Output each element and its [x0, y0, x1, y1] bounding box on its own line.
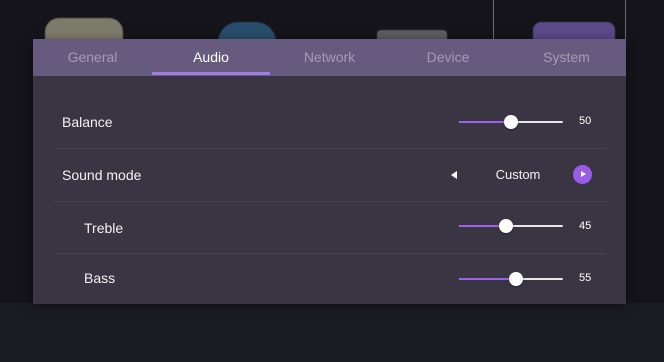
audio-settings-panel: General Audio Network Device System Bala… [33, 39, 626, 304]
sound-mode-label: Sound mode [62, 167, 142, 183]
bass-value: 55 [579, 272, 592, 284]
balance-row: Balance 50 [33, 96, 626, 148]
tab-system[interactable]: System [507, 39, 626, 76]
treble-slider[interactable] [459, 219, 563, 233]
tab-device[interactable]: Device [389, 39, 507, 76]
background-bottom-bar [0, 303, 664, 362]
bass-slider[interactable] [459, 272, 563, 286]
slider-thumb[interactable] [499, 219, 513, 233]
slider-fill [459, 278, 516, 280]
slider-thumb[interactable] [509, 272, 523, 286]
active-tab-indicator [152, 72, 270, 75]
slider-thumb[interactable] [504, 115, 518, 129]
settings-tab-bar: General Audio Network Device System [33, 39, 626, 76]
treble-label: Treble [84, 220, 124, 236]
bass-label: Bass [84, 270, 116, 286]
chevron-left-icon[interactable] [451, 171, 457, 179]
sound-mode-row: Sound mode Custom [33, 149, 626, 201]
balance-slider[interactable] [459, 115, 563, 129]
tab-network[interactable]: Network [270, 39, 389, 76]
treble-row: Treble 45 [33, 202, 626, 254]
balance-label: Balance [62, 114, 113, 130]
sound-mode-value: Custom [495, 167, 541, 182]
tab-audio[interactable]: Audio [152, 39, 270, 76]
tab-general[interactable]: General [33, 39, 152, 76]
chevron-right-icon[interactable] [573, 165, 592, 184]
treble-value: 45 [579, 220, 592, 232]
bass-row: Bass 55 [33, 252, 626, 304]
balance-value: 50 [579, 115, 592, 127]
